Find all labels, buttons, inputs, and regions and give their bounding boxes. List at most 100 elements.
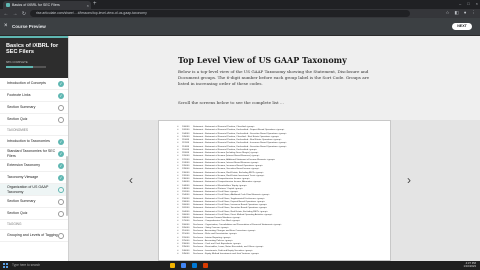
sidebar-item-label: Section Quiz (7, 211, 28, 216)
office-icon[interactable] (203, 263, 208, 268)
close-preview-icon[interactable]: × (4, 23, 8, 29)
sidebar-lesson-item[interactable]: Section Summary (0, 196, 68, 208)
group-label: Statement - Statement of Shareholders' E… (193, 184, 247, 187)
taxonomy-row: ⊕ 245000 Disclosure - Equity Method Invest… (177, 253, 287, 256)
sidebar-item-label: Taxonomy Viewage (7, 175, 39, 180)
group-label: Statement - Statement of Income, Interes… (193, 161, 259, 164)
favicon-icon (6, 3, 10, 7)
sidebar-item-label: Organization of US GAAP Taxonomy (7, 185, 49, 194)
sidebar-item-label: Section Summary (7, 199, 36, 204)
course-preview-header: × Course Preview NEXT (0, 18, 480, 36)
sidebar-lesson-item[interactable]: Section Quiz (0, 114, 68, 126)
sidebar-item-label: Grouping and Levels of Tagging (7, 233, 58, 238)
group-label: Disclosure - Interim Reporting <group> (193, 236, 231, 239)
address-bar-icons: ☆ ◧ ● ⋮ (445, 10, 476, 16)
browser-tab[interactable]: Basics of iXBRL for SEC Filers × (3, 1, 91, 9)
group-label: Disclosure - Accounting Policies <group> (193, 239, 233, 242)
sidebar-item-label: Section Quiz (7, 117, 28, 122)
group-label: Disclosure - Accounting Changes and Erro… (193, 230, 256, 232)
sidebar-lesson-item[interactable]: Footnote Links ✓ (0, 90, 68, 102)
course-sidebar: Basics of iXBRL for SEC Filers 68% COMPL… (0, 36, 69, 261)
group-label: Disclosure - Receivables, Loans, Notes R… (193, 246, 264, 249)
group-label: Statement - Statement of Financial Posit… (193, 135, 280, 138)
group-label: Statement - Common Domain Members <group… (193, 217, 241, 219)
group-label: Disclosure - Investments, Debt and Equit… (193, 249, 253, 252)
taxonomy-image: ⊕ 100000 Statement - Statement of Financia… (158, 120, 391, 261)
window-close-icon[interactable]: × (476, 1, 478, 6)
sidebar-section-header: TAGGING (0, 220, 68, 230)
sidebar-item-label: Extension Taxonomy (7, 163, 41, 168)
complete-check-icon: ✓ (58, 92, 64, 99)
complete-check-icon: ✓ (58, 80, 64, 87)
sidebar-scrollbar[interactable] (66, 156, 68, 216)
group-label: Disclosure - Organization, Consolidation… (193, 223, 282, 226)
group-label: Statement - Statement of Financial Posit… (193, 129, 285, 132)
sidebar-lesson-item[interactable]: Organization of US GAAP Taxonomy (0, 184, 68, 196)
group-label: Statement - Statement of Partners' Capit… (193, 187, 243, 190)
carousel-prev-icon[interactable]: ‹ (129, 174, 133, 186)
sidebar-item-label: Section Summary (7, 105, 36, 110)
sidebar-lesson-item[interactable]: Introduction to Taxonomies ✓ (0, 136, 68, 148)
file-explorer-icon[interactable] (170, 263, 175, 268)
sidebar-lesson-item[interactable]: Section Quiz (0, 208, 68, 220)
group-label: Statement - Statement of Income, Real Es… (193, 174, 265, 177)
sidebar-header: Basics of iXBRL for SEC Filers 68% COMPL… (0, 36, 68, 78)
group-label: Statement - Statement of Financial Posit… (193, 139, 282, 141)
chrome-icon[interactable] (181, 263, 186, 268)
taskbar-search[interactable]: Type here to search (12, 263, 40, 267)
address-bar-row: ← → ↻ rise.articulate.com/share/... #/le… (0, 9, 480, 18)
complete-check-icon: ✓ (58, 162, 64, 169)
arrow-left-icon[interactable]: ← (3, 11, 9, 17)
lesson-intro: Below is a top-level view of the US GAAP… (178, 69, 370, 87)
group-label: Statement - Statement of Cash Flows, Ins… (193, 204, 268, 206)
sidebar-item-label: Standard Taxonomies for SEC Filers (7, 149, 56, 158)
next-button[interactable]: NEXT (452, 23, 472, 30)
sort-code: 245000 (182, 252, 190, 255)
taskbar-apps (170, 263, 208, 268)
maximize-icon[interactable]: □ (467, 1, 469, 6)
group-label: Statement - Statement of Income, Insuran… (193, 165, 263, 167)
tab-close-icon[interactable]: × (87, 3, 89, 8)
incomplete-circle-icon (58, 116, 64, 123)
complete-check-icon: ✓ (58, 138, 64, 145)
sidebar-lesson-item[interactable]: Taxonomy Viewage ✓ (0, 172, 68, 184)
windows-start-icon[interactable] (3, 263, 8, 268)
menu-icon[interactable]: ⋮ (472, 10, 477, 16)
group-label: Statement - Statement of Income (Interes… (193, 155, 260, 158)
group-label: Statement - Statement of Comprehensive I… (193, 178, 250, 180)
group-label: Statement - Statement of Comprehensive I… (193, 181, 262, 184)
group-label: Disclosure - Comprehensive Tree Block <g… (193, 220, 241, 223)
carousel-next-icon[interactable]: › (407, 174, 411, 186)
sidebar-lesson-item[interactable]: Grouping and Levels of Tagging (0, 230, 68, 242)
sidebar-item-label: Introduction of Concepts (7, 81, 46, 86)
reload-icon[interactable]: ↻ (21, 11, 27, 17)
profile-icon[interactable]: ● (464, 10, 467, 16)
sidebar-lesson-item[interactable]: Standard Taxonomies for SEC Filers ✓ (0, 148, 68, 160)
sidebar-lesson-item[interactable]: Introduction of Concepts ✓ (0, 78, 68, 90)
group-label: Statement - Statement of Financial Posit… (193, 126, 255, 128)
url-field[interactable]: rise.articulate.com/share/... #/lessons/… (30, 10, 410, 17)
extensions-icon[interactable]: ◧ (455, 10, 459, 16)
sidebar-item-label: Footnote Links (7, 93, 31, 98)
group-label: Statement - Statement of Cash Flows, Sec… (193, 207, 268, 210)
minimize-icon[interactable]: – (459, 1, 461, 6)
group-label: Disclosure - Risks and Uncertainties <gr… (193, 233, 237, 236)
sidebar-lesson-item[interactable]: Section Summary (0, 102, 68, 114)
sidebar-lesson-item[interactable]: Extension Taxonomy ✓ (0, 160, 68, 172)
new-tab-icon[interactable]: + (93, 1, 97, 8)
star-icon[interactable]: ☆ (445, 10, 449, 16)
arrow-right-icon[interactable]: → (12, 11, 18, 17)
group-label: Disclosure - Cash and Cash Equivalents <… (193, 243, 241, 245)
tab-strip: Basics of iXBRL for SEC Filers × + – □ × (0, 0, 480, 9)
image-carousel: ‹ ⊕ 100000 Statement - Statement of Financ… (69, 120, 480, 261)
incomplete-circle-icon (58, 186, 64, 193)
system-clock: 4:37 PM 1/16/2023 (464, 261, 476, 269)
group-label: Statement - Statement of Financial Posit… (193, 145, 287, 148)
incomplete-circle-icon (58, 210, 64, 217)
edge-icon[interactable] (192, 263, 197, 268)
complete-check-icon: ✓ (58, 150, 64, 157)
group-label: Statement - Statement of Income, Securit… (193, 168, 260, 171)
group-label: Disclosure - Going Concern <group> (193, 226, 229, 229)
progress-text: 68% COMPLETE (6, 59, 28, 64)
taxonomy-list: ⊕ 100000 Statement - Statement of Financia… (177, 126, 287, 256)
